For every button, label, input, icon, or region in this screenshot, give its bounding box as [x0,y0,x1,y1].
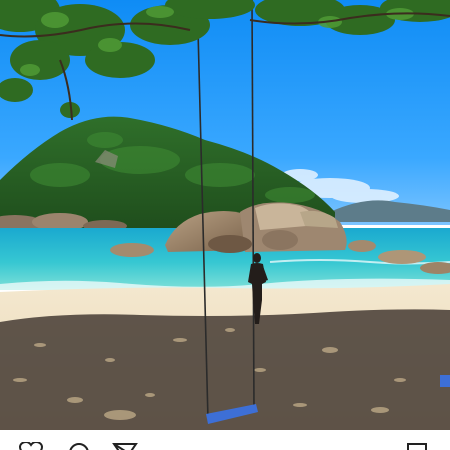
rock [110,243,154,257]
bookmark-icon[interactable] [404,442,430,450]
beach-photo [0,0,450,430]
heart-icon[interactable] [18,442,44,450]
action-bar [0,430,450,450]
beach-item [440,375,450,387]
rock [348,240,376,252]
share-icon[interactable] [112,442,138,450]
rock [378,250,426,264]
comment-icon[interactable] [66,442,92,450]
